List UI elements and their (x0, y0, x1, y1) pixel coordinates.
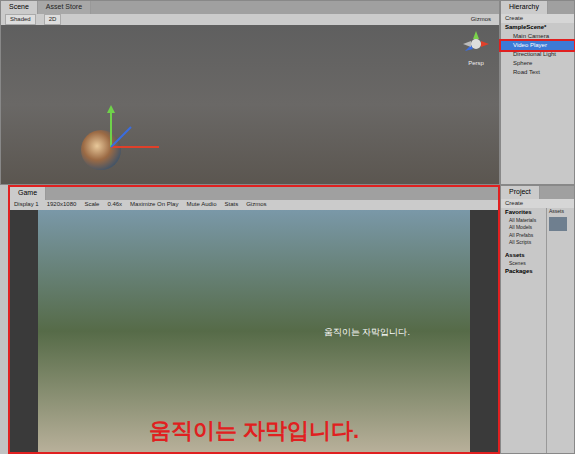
panel-tab[interactable]: Asset Store (38, 1, 91, 14)
toolbar-button[interactable]: 1920x1080 (47, 200, 77, 209)
unity-editor: SceneAsset StoreShaded 2D Gizmos Persp Hiera… (0, 0, 575, 454)
toolbar-button[interactable]: Maximize On Play (130, 200, 178, 209)
toolbar-button[interactable]: 2D (44, 14, 62, 25)
gizmo-label: Persp (468, 59, 484, 68)
scene-panel: SceneAsset StoreShaded 2D Gizmos Persp (0, 0, 500, 185)
favorites-item[interactable]: All Scripts (501, 239, 546, 247)
scene-canvas[interactable]: Persp (1, 25, 499, 185)
toolbar-button[interactable]: Gizmos (246, 200, 266, 209)
panel-tab[interactable]: Game (10, 187, 46, 200)
create-button[interactable]: Create (501, 14, 574, 23)
hierarchy-panel: HierarchyCreateSampleScene*Main CameraVi… (500, 0, 575, 185)
project-panel: ProjectCreateFavoritesAll MaterialsAll M… (500, 185, 575, 454)
hierarchy-item[interactable]: Video Player (501, 41, 574, 50)
favorites-item[interactable]: All Models (501, 224, 546, 232)
toolbar-button[interactable]: Shaded (5, 14, 36, 25)
packages-folder[interactable]: Packages (501, 267, 546, 276)
assets-folder[interactable]: Assets (501, 251, 546, 260)
subtitle-text: 움직이는 자막입니다. (324, 326, 410, 340)
game-panel: GameDisplay 1 1920x1080 Scale 0.46x Maximize… (8, 185, 500, 454)
grid-header: Assets (547, 208, 574, 216)
favorites-item[interactable]: All Materials (501, 217, 546, 225)
folder-icon[interactable] (549, 217, 567, 231)
panel-tab[interactable]: Hierarchy (501, 1, 548, 14)
annotation-text: 움직이는 자막입니다. (149, 417, 359, 445)
hierarchy-item[interactable]: Directional Light (501, 50, 574, 59)
panel-tab[interactable]: Scene (1, 1, 38, 14)
create-button[interactable]: Create (501, 199, 574, 208)
hierarchy-item[interactable]: Main Camera (501, 32, 574, 41)
toolbar-button[interactable]: Mute Audio (186, 200, 216, 209)
scene-gizmo-icon[interactable] (461, 29, 491, 59)
favorites-item[interactable]: All Prefabs (501, 232, 546, 240)
toolbar-button[interactable]: Gizmos (467, 15, 495, 24)
game-view: 움직이는 자막입니다. 움직이는 자막입니다. (10, 210, 498, 453)
favorites-folder[interactable]: Favorites (501, 208, 546, 217)
panel-tab[interactable]: Project (501, 186, 540, 199)
sphere-icon[interactable] (71, 105, 161, 175)
toolbar-button[interactable]: Scale (84, 200, 99, 209)
scene-root[interactable]: SampleScene* (501, 23, 574, 32)
toolbar-button[interactable]: Display 1 (14, 200, 39, 209)
game-toolbar: Display 1 1920x1080 Scale 0.46x Maximize On … (10, 200, 498, 210)
toolbar-button[interactable]: Stats (224, 200, 238, 209)
assets-item[interactable]: Scenes (501, 260, 546, 268)
toolbar-button[interactable]: 0.46x (107, 200, 122, 209)
hierarchy-item[interactable]: Sphere (501, 59, 574, 68)
game-frame: 움직이는 자막입니다. 움직이는 자막입니다. (38, 210, 470, 453)
hierarchy-item[interactable]: Road Text (501, 68, 574, 77)
scene-toolbar: Shaded 2D Gizmos (1, 14, 499, 25)
scene-tabs: SceneAsset Store (1, 1, 499, 14)
